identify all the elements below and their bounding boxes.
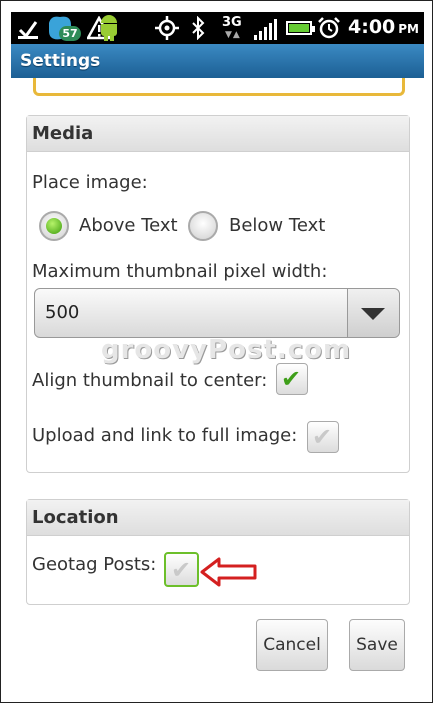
settings-content: Media Place image: Above Text Below Text… [11, 78, 424, 694]
checkmark-icon: ✔ [171, 556, 192, 584]
alarm-icon [317, 12, 341, 44]
radio-below-text-label[interactable]: Below Text [229, 215, 325, 236]
annotation-arrow-icon [200, 557, 257, 587]
data-activity-icon: ▼▲ [225, 30, 241, 40]
dropdown-arrow-button[interactable] [347, 289, 399, 337]
gps-icon [155, 12, 179, 44]
place-image-label: Place image: [32, 172, 148, 193]
save-button[interactable]: Save [349, 619, 405, 671]
upload-full-image-label: Upload and link to full image: [32, 425, 298, 446]
network-type-label: 3G [222, 15, 242, 30]
status-bar: 57 3G ▼▲ 4:00 PM [11, 12, 424, 44]
previous-field-input[interactable] [33, 78, 405, 96]
notification-count-badge: 57 [59, 26, 81, 41]
location-section: Location Geotag Posts: ✔ [26, 499, 410, 605]
radio-above-text[interactable] [39, 211, 69, 241]
thumbnail-width-dropdown[interactable]: 500 [34, 288, 400, 338]
media-section-header: Media [27, 116, 409, 152]
bluetooth-icon [191, 12, 205, 44]
geotag-posts-label: Geotag Posts: [32, 554, 157, 575]
location-section-header: Location [27, 500, 409, 536]
battery-icon [286, 21, 315, 35]
checkmark-icon: ✔ [312, 423, 333, 451]
device-screenshot: 57 3G ▼▲ 4:00 PM Settings Media Place ima… [0, 0, 433, 703]
checkmark-icon: ✔ [281, 365, 302, 393]
geotag-posts-checkbox[interactable]: ✔ [164, 552, 199, 587]
upload-full-image-checkbox[interactable]: ✔ [307, 421, 339, 453]
android-icon [99, 15, 119, 41]
thumbnail-width-value: 500 [45, 302, 80, 323]
clock: 4:00 PM [348, 16, 419, 38]
clock-time: 4:00 [348, 16, 396, 38]
radio-below-text[interactable] [188, 211, 218, 241]
signal-icon [254, 18, 278, 40]
page-title: Settings [20, 51, 101, 71]
align-center-label: Align thumbnail to center: [32, 370, 268, 391]
chevron-down-icon [361, 308, 385, 320]
sd-card-icon [17, 12, 39, 44]
media-section: Media Place image: Above Text Below Text… [26, 115, 410, 473]
title-bar: Settings [11, 44, 424, 78]
clock-suffix: PM [398, 22, 420, 36]
watermark: groovyPost.com [101, 335, 352, 365]
radio-above-text-label[interactable]: Above Text [79, 215, 178, 236]
cancel-button[interactable]: Cancel [256, 619, 328, 671]
thumbnail-width-label: Maximum thumbnail pixel width: [32, 261, 328, 282]
align-center-checkbox[interactable]: ✔ [276, 363, 308, 395]
